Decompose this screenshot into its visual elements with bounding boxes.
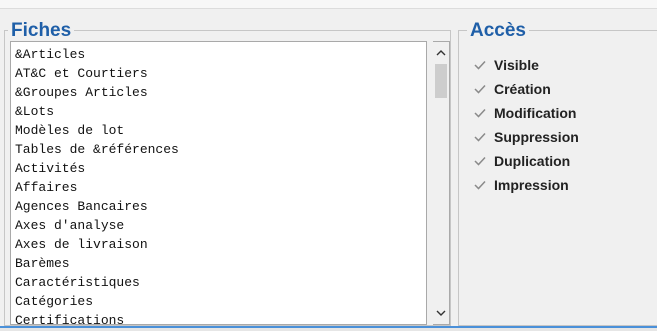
- fiches-scrollbar[interactable]: [433, 41, 450, 325]
- checkbox-label: Création: [494, 81, 551, 97]
- checkbox[interactable]: [473, 107, 486, 120]
- checkbox-label: Visible: [494, 57, 539, 73]
- acces-title: Accès: [467, 20, 529, 42]
- checkbox-label: Duplication: [494, 153, 571, 169]
- list-item[interactable]: Affaires: [15, 178, 426, 197]
- checkbox-label: Suppression: [494, 129, 579, 145]
- list-item[interactable]: Modèles de lot: [15, 121, 426, 140]
- checkmark-icon: [473, 60, 486, 70]
- checkmark-icon: [473, 132, 486, 142]
- checkbox[interactable]: [473, 59, 486, 72]
- acces-groupbox: Accès Visible Création Modification Suppres…: [458, 20, 657, 326]
- checkbox-row[interactable]: Suppression: [473, 125, 579, 149]
- checkmark-icon: [473, 180, 486, 190]
- fiches-title: Fiches: [8, 20, 75, 42]
- top-strip: [0, 0, 657, 8]
- checkmark-icon: [473, 84, 486, 94]
- checkbox-label: Impression: [494, 177, 569, 193]
- checkmark-icon: [473, 108, 486, 118]
- list-item[interactable]: Tables de &références: [15, 140, 426, 159]
- checkbox-label: Modification: [494, 105, 577, 121]
- checkmark-icon: [473, 156, 486, 166]
- top-divider: [0, 8, 657, 9]
- list-item[interactable]: Catégories: [15, 292, 426, 311]
- list-item[interactable]: Certifications: [15, 311, 426, 324]
- list-item[interactable]: &Articles: [15, 45, 426, 64]
- fiches-groupbox: Fiches &Articles AT&C et Courtiers &Groupe…: [4, 20, 451, 326]
- checkbox-row[interactable]: Impression: [473, 173, 579, 197]
- checkbox-row[interactable]: Création: [473, 77, 579, 101]
- list-item[interactable]: Caractéristiques: [15, 273, 426, 292]
- scroll-up-button[interactable]: [433, 44, 449, 61]
- checkbox[interactable]: [473, 131, 486, 144]
- checkbox-row[interactable]: Visible: [473, 53, 579, 77]
- list-item[interactable]: Axes de livraison: [15, 235, 426, 254]
- checkbox[interactable]: [473, 179, 486, 192]
- acces-options: Visible Création Modification Suppression Du…: [473, 53, 579, 197]
- scroll-thumb[interactable]: [435, 64, 447, 98]
- list-item[interactable]: Axes d'analyse: [15, 216, 426, 235]
- list-item[interactable]: &Lots: [15, 102, 426, 121]
- list-item[interactable]: Agences Bancaires: [15, 197, 426, 216]
- chevron-down-icon: [436, 310, 446, 316]
- checkbox-row[interactable]: Modification: [473, 101, 579, 125]
- fiches-items: &Articles AT&C et Courtiers &Groupes Artic…: [11, 42, 426, 324]
- scroll-down-button[interactable]: [433, 305, 449, 322]
- checkbox-row[interactable]: Duplication: [473, 149, 579, 173]
- fiches-listbox[interactable]: &Articles AT&C et Courtiers &Groupes Artic…: [10, 41, 427, 325]
- list-item[interactable]: Activités: [15, 159, 426, 178]
- checkbox[interactable]: [473, 155, 486, 168]
- list-item[interactable]: AT&C et Courtiers: [15, 64, 426, 83]
- list-item[interactable]: &Groupes Articles: [15, 83, 426, 102]
- list-item[interactable]: Barèmes: [15, 254, 426, 273]
- checkbox[interactable]: [473, 83, 486, 96]
- chevron-up-icon: [436, 50, 446, 56]
